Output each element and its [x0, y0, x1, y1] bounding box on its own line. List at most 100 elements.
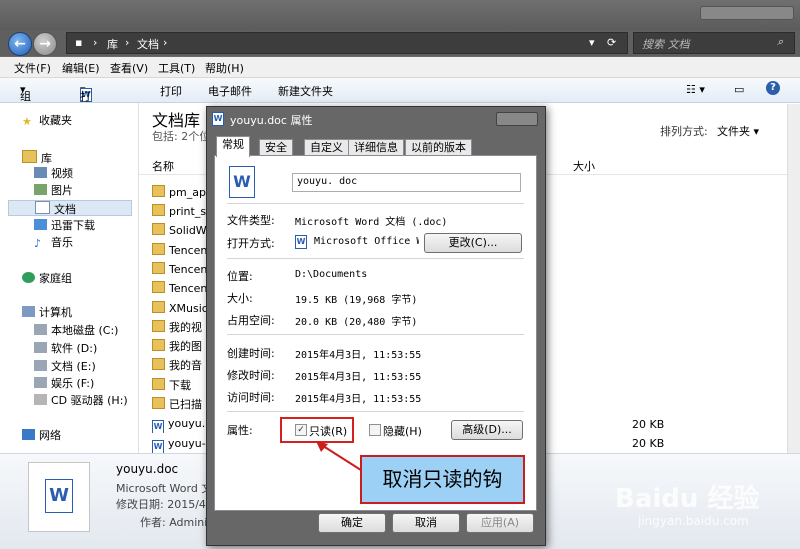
list-item[interactable]: Tencen: [152, 241, 212, 260]
organize-button[interactable]: 组织 ▾: [20, 83, 31, 119]
list-item[interactable]: 我的音: [152, 356, 212, 375]
ok-button[interactable]: 确定: [318, 513, 386, 533]
sidebar-item-videos[interactable]: 视频: [34, 166, 73, 182]
folder-icon: [152, 281, 165, 293]
help-icon[interactable]: ?: [766, 81, 780, 95]
search-placeholder: 搜索 文档: [642, 38, 690, 51]
folder-icon: [152, 378, 165, 390]
forward-button[interactable]: →: [33, 32, 57, 56]
sidebar-item-computer[interactable]: 计算机: [22, 305, 72, 321]
sidebar-item-thunder-downloads[interactable]: 迅雷下载: [34, 218, 95, 234]
list-item[interactable]: 我的图: [152, 337, 212, 356]
apply-button[interactable]: 应用(A): [466, 513, 534, 533]
tab-general[interactable]: 常规: [216, 136, 250, 157]
list-item[interactable]: Tencen: [152, 279, 212, 298]
sidebar-item-documents[interactable]: 文档: [8, 200, 132, 216]
email-button[interactable]: 电子邮件: [208, 83, 252, 99]
annotation-callout: 取消只读的钩: [360, 455, 525, 504]
back-button[interactable]: ←: [8, 32, 32, 56]
word-doc-icon: W: [229, 166, 255, 198]
open-with-label: 打开方式:: [227, 237, 275, 250]
search-input[interactable]: 搜索 文档 ⌕: [633, 32, 795, 54]
filename-field[interactable]: youyu. doc: [292, 173, 521, 192]
folder-icon: [152, 358, 165, 370]
hidden-label[interactable]: 隐藏(H): [383, 423, 422, 439]
tab-details[interactable]: 详细信息: [348, 139, 404, 156]
list-item[interactable]: 我的视: [152, 318, 212, 337]
sidebar-item-drive-f[interactable]: 娱乐 (F:): [34, 376, 94, 392]
sidebar-item-favorites[interactable]: ★ 收藏夹: [22, 113, 72, 129]
dialog-close-button[interactable]: [496, 112, 538, 126]
sidebar-item-homegroup[interactable]: 家庭组: [22, 271, 72, 287]
view-options-icon[interactable]: ☷ ▾: [686, 83, 705, 96]
accessed-value: 2015年4月3日, 11:53:55: [295, 394, 422, 405]
dialog-titlebar[interactable]: W youyu.doc 属性: [206, 106, 544, 132]
menu-view[interactable]: 查看(V): [110, 60, 148, 76]
sidebar-item-drive-e[interactable]: 文档 (E:): [34, 359, 96, 375]
library-subtitle: 包括: 2个位: [152, 130, 211, 143]
breadcrumb-documents[interactable]: 文档: [137, 36, 159, 52]
folder-icon: [152, 243, 165, 255]
hidden-checkbox[interactable]: [369, 424, 381, 436]
refresh-icon[interactable]: ⟳: [607, 36, 616, 49]
folder-icon: [152, 301, 165, 313]
sort-dropdown[interactable]: 文件夹 ▾: [717, 123, 759, 139]
breadcrumb-library[interactable]: 库: [107, 36, 118, 52]
list-item[interactable]: 已扫描: [152, 395, 212, 414]
sort-label: 排列方式:: [660, 125, 708, 138]
menu-edit[interactable]: 编辑(E): [62, 60, 100, 76]
word-doc-icon: W: [152, 420, 164, 433]
menu-help[interactable]: 帮助(H): [205, 60, 244, 76]
sidebar-item-drive-d[interactable]: 软件 (D:): [34, 341, 97, 357]
new-folder-button[interactable]: 新建文件夹: [278, 83, 333, 99]
change-button[interactable]: 更改(C)...: [424, 233, 522, 253]
list-item[interactable]: Tencen: [152, 260, 212, 279]
vertical-scrollbar[interactable]: [787, 104, 800, 453]
tab-custom[interactable]: 自定义: [304, 139, 349, 156]
list-item[interactable]: Wyouyu-: [152, 434, 212, 453]
divider: [227, 334, 524, 335]
list-item[interactable]: SolidW: [152, 221, 212, 240]
list-item[interactable]: print_s: [152, 202, 212, 221]
sidebar-item-drive-h[interactable]: CD 驱动器 (H:): [34, 393, 128, 409]
size-value: 19.5 KB (19,968 字节): [295, 295, 418, 306]
tab-security[interactable]: 安全: [259, 139, 293, 156]
music-icon: ♪: [34, 237, 42, 250]
folder-icon: [152, 262, 165, 274]
list-item[interactable]: Wyouyu.: [152, 414, 212, 433]
drive-icon: [34, 324, 47, 335]
cancel-button[interactable]: 取消: [392, 513, 460, 533]
window-controls[interactable]: [700, 6, 794, 20]
word-doc-icon: W: [212, 112, 224, 126]
library-icon: [22, 150, 37, 163]
tab-previous-versions[interactable]: 以前的版本: [405, 139, 472, 156]
modified-label: 修改时间:: [227, 369, 275, 382]
menu-tools[interactable]: 工具(T): [158, 60, 195, 76]
sidebar-item-network[interactable]: 网络: [22, 428, 61, 444]
list-item[interactable]: pm_ap: [152, 183, 212, 202]
watermark-logo: Baidu 经验: [615, 484, 760, 514]
advanced-button[interactable]: 高级(D)...: [451, 420, 523, 440]
list-item[interactable]: 下载: [152, 376, 212, 395]
column-size[interactable]: 大小: [573, 158, 595, 174]
search-icon[interactable]: ⌕: [777, 35, 783, 49]
menu-bar: 文件(F) 编辑(E) 查看(V) 工具(T) 帮助(H): [0, 57, 800, 78]
breadcrumb[interactable]: ▪ › 库 › 文档 › ▾ ⟳: [66, 32, 628, 54]
video-icon: [34, 167, 47, 178]
window-titlebar: [0, 0, 800, 30]
preview-pane-icon[interactable]: ▭: [734, 83, 744, 96]
sidebar-item-pictures[interactable]: 图片: [34, 183, 73, 199]
cd-drive-icon: [34, 394, 47, 405]
details-modified: 修改日期: 2015/4/: [116, 498, 210, 511]
list-item[interactable]: XMusic: [152, 299, 212, 318]
menu-file[interactable]: 文件(F): [14, 60, 51, 76]
folder-icon: [152, 204, 165, 216]
command-bar: 组织 ▾ W打开 ▾ 打印 电子邮件 新建文件夹 ☷ ▾ ▭ ?: [0, 78, 800, 119]
print-button[interactable]: 打印: [160, 83, 182, 99]
column-name[interactable]: 名称: [152, 158, 174, 174]
sidebar-item-drive-c[interactable]: 本地磁盘 (C:): [34, 323, 118, 339]
sidebar-item-library[interactable]: 库: [22, 150, 52, 166]
open-button[interactable]: W打开 ▾: [80, 83, 92, 119]
dropdown-arrow-icon[interactable]: ▾: [589, 36, 595, 49]
sidebar-item-music[interactable]: ♪ 音乐: [34, 235, 73, 251]
